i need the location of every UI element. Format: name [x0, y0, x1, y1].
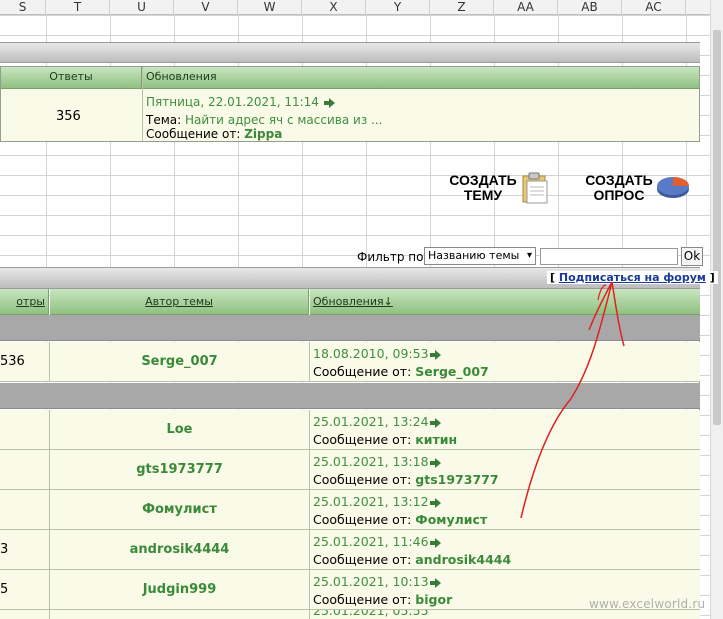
red-annotation-arrow	[520, 281, 625, 519]
watermark: www.excelworld.ru	[589, 597, 706, 611]
